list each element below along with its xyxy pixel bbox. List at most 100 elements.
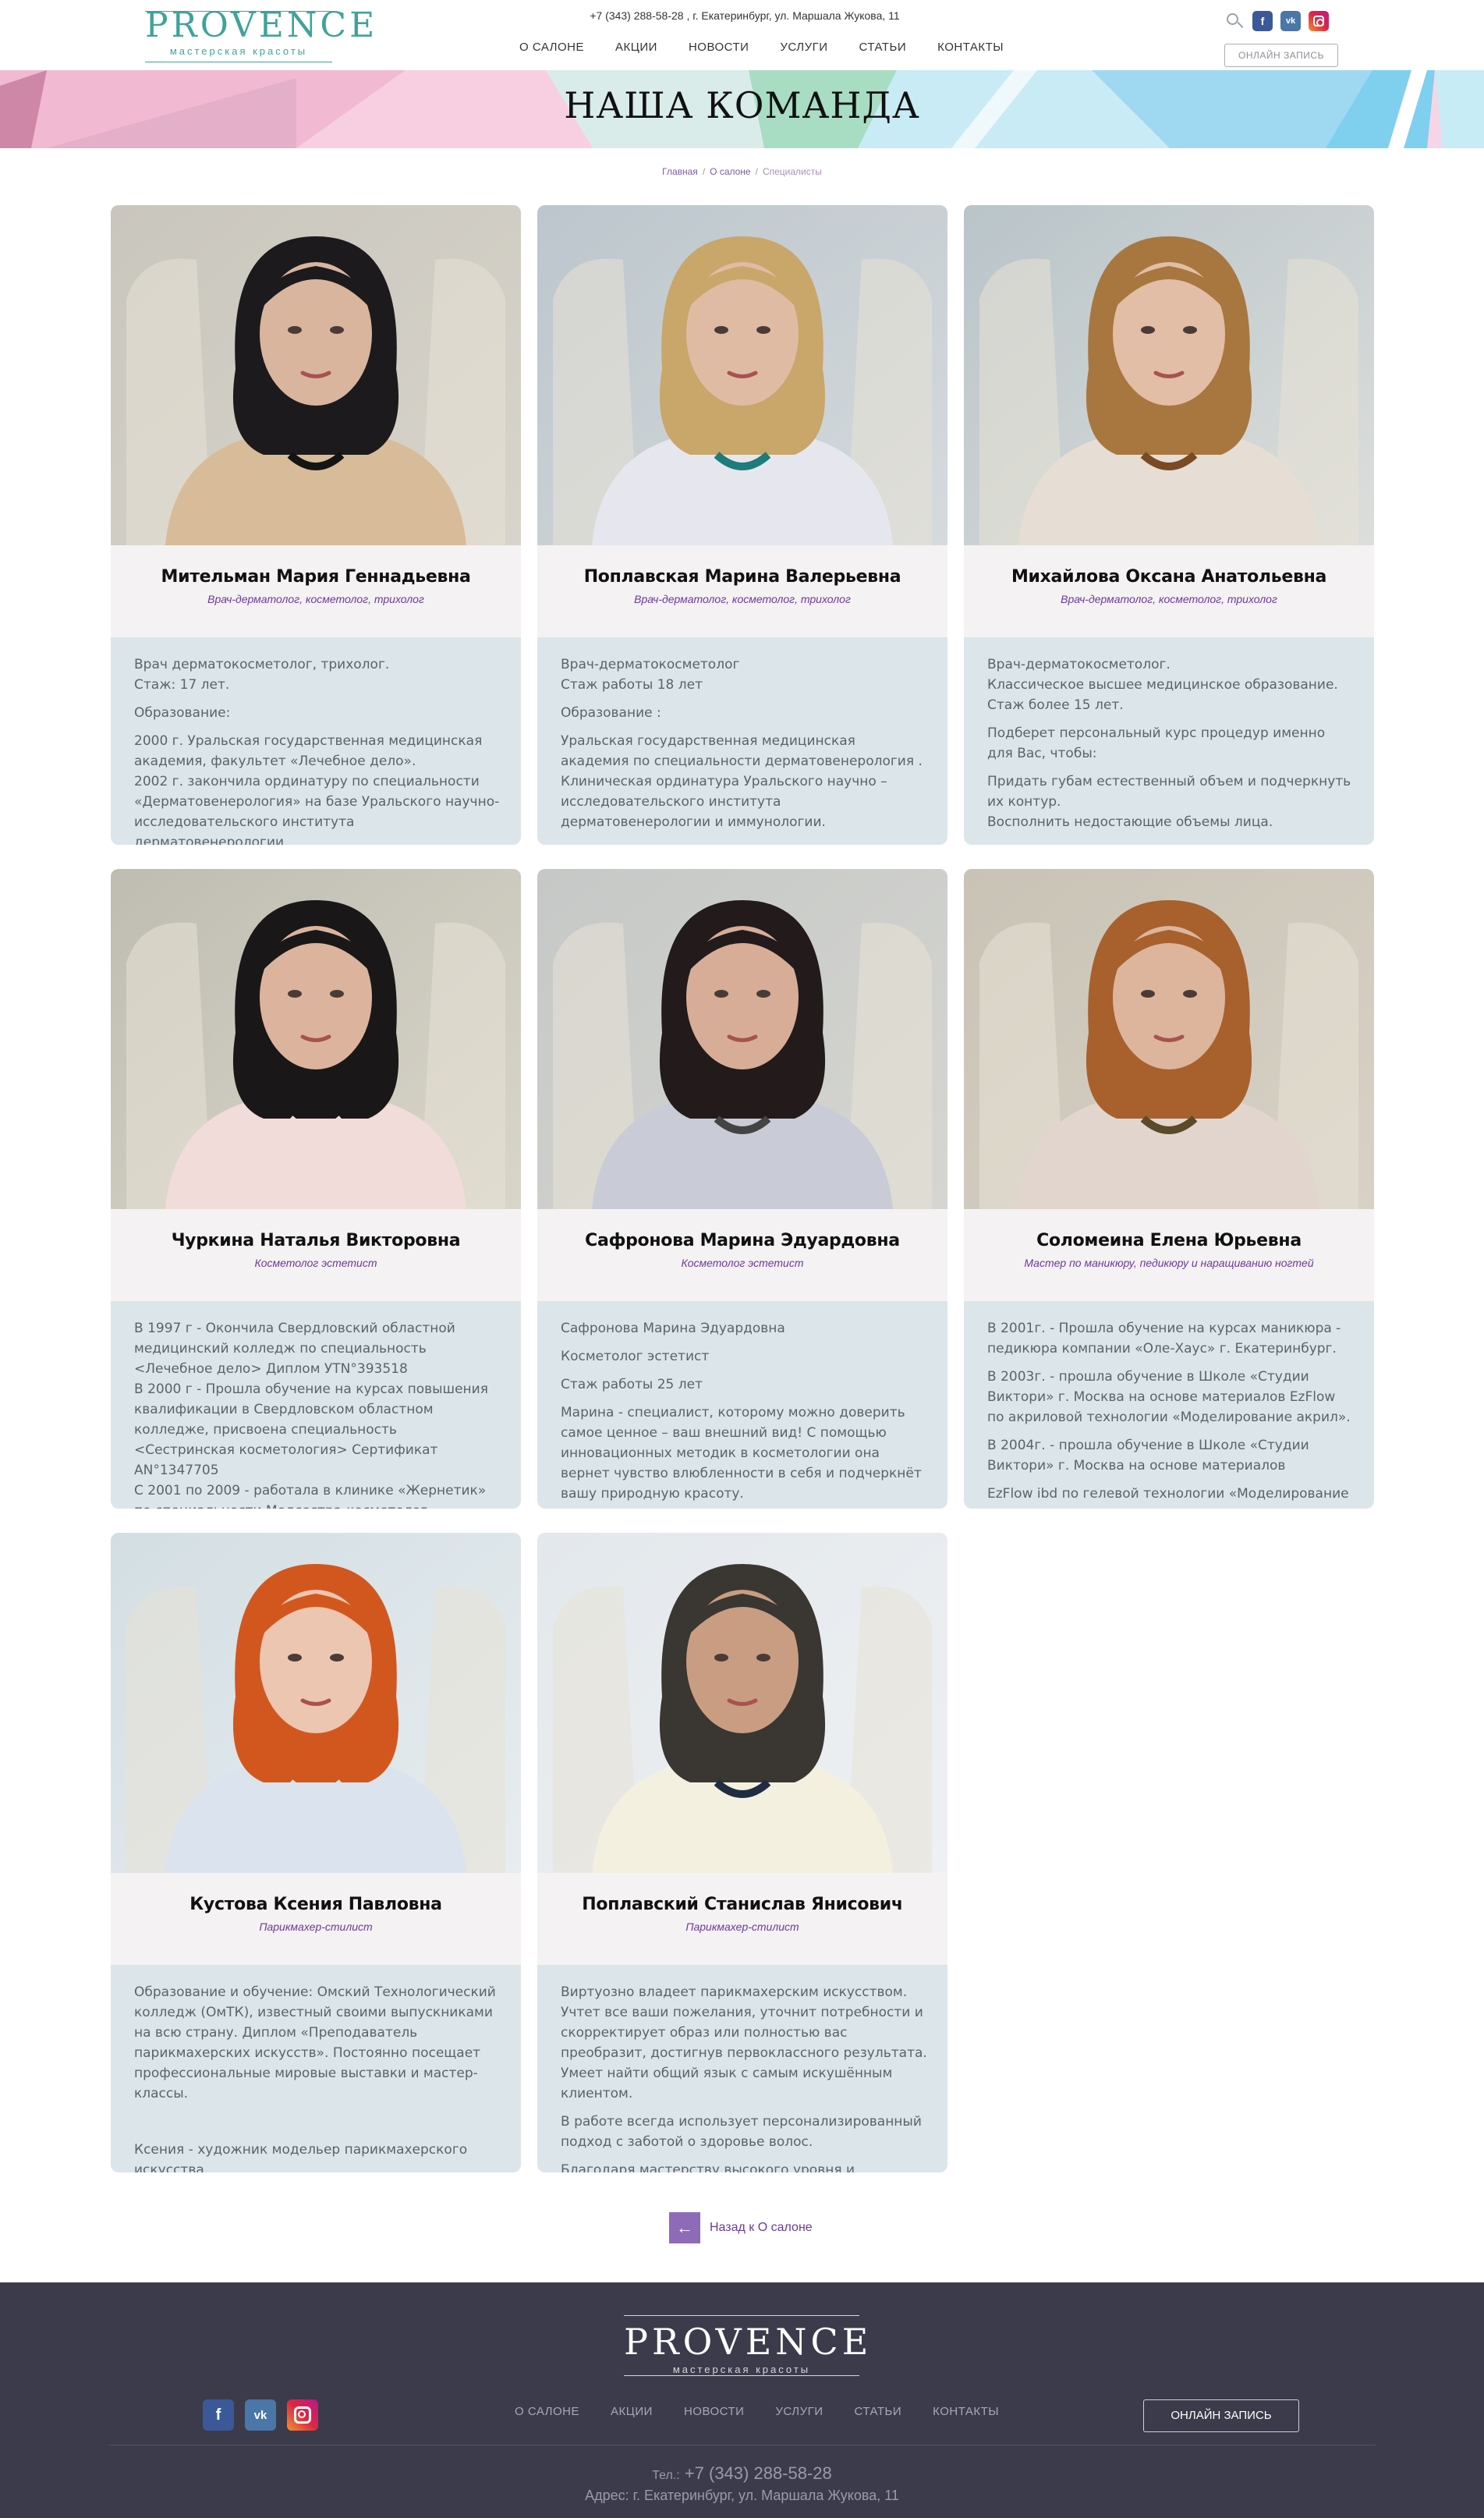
- footer-online-booking-button[interactable]: ОНЛАЙН ЗАПИСЬ: [1143, 2399, 1299, 2432]
- nav-articles[interactable]: СТАТЬИ: [844, 41, 923, 54]
- footer-social: f vk: [203, 2399, 318, 2431]
- team-member-name[interactable]: Поплавская Марина Валерьевна: [537, 567, 947, 587]
- team-photo: [537, 869, 947, 1209]
- bio-paragraph: Образование и обучение: Омский Технологи…: [134, 1984, 496, 2101]
- bio-paragraph: Врач-дерматокосметолог Стаж работы 18 лет: [561, 657, 740, 693]
- bio-list-item: С 2001 по 2009 - работала в клинике «Жер…: [134, 1481, 501, 1509]
- nav-news[interactable]: НОВОСТИ: [673, 41, 764, 54]
- bio-list-item: Придать губам естественный объем и подче…: [987, 771, 1354, 812]
- team-photo: [537, 1533, 947, 1873]
- team-member-name[interactable]: Михайлова Оксана Анатольевна: [964, 567, 1374, 587]
- instagram-icon[interactable]: [1309, 11, 1329, 31]
- team-photo: [537, 205, 947, 545]
- footer-nav-about[interactable]: О САЛОНЕ: [499, 2405, 595, 2418]
- footer-nav: О САЛОНЕ АКЦИИ НОВОСТИ УСЛУГИ СТАТЬИ КОН…: [499, 2405, 1015, 2418]
- footer-logo-text: PROVENCE: [624, 2321, 873, 2363]
- team-card[interactable]: Поплавский Станислав Янисович Парикмахер-…: [537, 1533, 947, 2172]
- team-member-name[interactable]: Соломеина Елена Юрьевна: [964, 1231, 1374, 1250]
- team-name-band: Михайлова Оксана Анатольевна Врач-дермато…: [964, 545, 1374, 637]
- nav-promotions[interactable]: АКЦИИ: [600, 41, 673, 54]
- team-member-name[interactable]: Чуркина Наталья Викторовна: [111, 1231, 521, 1250]
- team-card[interactable]: Мительман Мария Геннадьевна Врач-дерматол…: [111, 205, 521, 845]
- team-photo: [111, 205, 521, 545]
- arrow-left-icon[interactable]: ←: [669, 2212, 700, 2243]
- footer-nav-articles[interactable]: СТАТЬИ: [839, 2405, 918, 2418]
- footer-phone-number[interactable]: +7 (343) 288-58-28: [685, 2463, 832, 2483]
- breadcrumb-about[interactable]: О салоне: [710, 166, 750, 177]
- team-card[interactable]: Соломеина Елена Юрьевна Мастер по маникюр…: [964, 869, 1374, 1509]
- bio-paragraph: Подберет персональный курс процедур имен…: [987, 725, 1326, 761]
- bio-paragraph: Косметолог эстетист: [561, 1349, 710, 1364]
- online-booking-button[interactable]: ОНЛАЙН ЗАПИСЬ: [1224, 44, 1338, 67]
- footer-phone: Тел.: +7 (343) 288-58-28: [0, 2463, 1484, 2484]
- team-member-bio: Виртуозно владеет парикмахерским искусст…: [561, 1982, 927, 2172]
- bio-list: В 1997 г - Окончила Свердловский областн…: [134, 1318, 501, 1509]
- nav-contacts[interactable]: КОНТАКТЫ: [922, 41, 1019, 54]
- bio-paragraph: Стаж работы 25 лет: [561, 1377, 703, 1392]
- team-name-band: Кустова Ксения Павловна Парикмахер-стилис…: [111, 1873, 521, 1965]
- team-name-band: Сафронова Марина Эдуардовна Косметолог эс…: [537, 1209, 947, 1301]
- team-card[interactable]: Кустова Ксения Павловна Парикмахер-стилис…: [111, 1533, 521, 2172]
- footer-nav-services[interactable]: УСЛУГИ: [760, 2405, 838, 2418]
- back-link-label[interactable]: Назад к О салоне: [710, 2221, 813, 2235]
- nav-about[interactable]: О САЛОНЕ: [504, 41, 600, 54]
- logo-text: PROVENCE: [145, 5, 378, 45]
- team-member-role: Врач-дерматолог, косметолог, трихолог: [634, 593, 851, 605]
- team-name-band: Поплавская Марина Валерьевна Врач-дермато…: [537, 545, 947, 637]
- team-photo: [964, 205, 1374, 545]
- team-card[interactable]: Михайлова Оксана Анатольевна Врач-дермато…: [964, 205, 1374, 845]
- team-member-bio: Врач дерматокосметолог, трихолог. Стаж: 1…: [134, 654, 501, 845]
- team-card[interactable]: Поплавская Марина Валерьевна Врач-дермато…: [537, 205, 947, 845]
- site-header: PROVENCE мастерская красоты +7 (343) 288…: [0, 0, 1484, 70]
- bio-paragraph: Виртуозно владеет парикмахерским искусст…: [561, 1984, 927, 2101]
- team-name-band: Чуркина Наталья Викторовна Косметолог эст…: [111, 1209, 521, 1301]
- team-member-name[interactable]: Кустова Ксения Павловна: [111, 1895, 521, 1914]
- bio-list-item: 2002 г. закончила ординатуру по специаль…: [134, 771, 501, 845]
- team-member-role: Врач-дерматолог, косметолог, трихолог: [1061, 593, 1277, 605]
- bio-list-item: Клиническая ординатура Уральского научно…: [561, 771, 927, 832]
- search-icon[interactable]: [1224, 11, 1245, 31]
- team-member-name[interactable]: Мительман Мария Геннадьевна: [111, 567, 521, 587]
- team-member-bio: Врач-дерматокосметолог. Классическое высш…: [987, 654, 1354, 845]
- bio-list-item: Восполнить недостающие объемы лица.: [987, 812, 1354, 832]
- logo[interactable]: PROVENCE мастерская красоты: [145, 5, 378, 64]
- header-contact: +7 (343) 288-58-28 , г. Екатеринбург, ул…: [590, 9, 900, 22]
- team-member-bio: Сафронова Марина Эдуардовна Косметолог эс…: [561, 1318, 927, 1509]
- footer-nav-promotions[interactable]: АКЦИИ: [595, 2405, 668, 2418]
- main-nav: О САЛОНЕ АКЦИИ НОВОСТИ УСЛУГИ СТАТЬИ КОН…: [504, 41, 1019, 54]
- bio-paragraph: В работе всегда использует персонализиро…: [561, 2114, 922, 2150]
- bio-paragraph: Образование:: [134, 705, 231, 721]
- team-card[interactable]: Сафронова Марина Эдуардовна Косметолог эс…: [537, 869, 947, 1509]
- bio-list-item: В 2000 г - Прошла обучение на курсах пов…: [134, 1379, 501, 1481]
- footer-nav-news[interactable]: НОВОСТИ: [668, 2405, 760, 2418]
- team-photo: [964, 869, 1374, 1209]
- instagram-icon[interactable]: [287, 2399, 318, 2431]
- team-card[interactable]: Чуркина Наталья Викторовна Косметолог эст…: [111, 869, 521, 1509]
- team-member-role: Косметолог эстетист: [254, 1257, 377, 1269]
- bio-paragraph: В 2003г. - прошла обучение в Школе «Студ…: [987, 1369, 1351, 1425]
- team-member-bio: В 2001г. - Прошла обучение на курсах ман…: [987, 1318, 1354, 1509]
- bio-paragraph: Врач-дерматокосметолог. Классическое высш…: [987, 657, 1338, 713]
- bio-list-item: В 1997 г - Окончила Свердловский областн…: [134, 1318, 501, 1379]
- team-member-bio: Образование и обучение: Омский Технологи…: [134, 1982, 501, 2172]
- vk-icon[interactable]: vk: [245, 2399, 276, 2431]
- bio-list: Уральская государственная медицинская ак…: [561, 731, 927, 832]
- footer-logo-subtitle: мастерская красоты: [672, 2364, 811, 2375]
- team-member-name[interactable]: Сафронова Марина Эдуардовна: [537, 1231, 947, 1250]
- breadcrumb-home[interactable]: Главная: [662, 166, 698, 177]
- bio-list-item: 2000 г. Уральская государственная медици…: [134, 731, 501, 771]
- facebook-icon[interactable]: f: [203, 2399, 234, 2431]
- nav-services[interactable]: УСЛУГИ: [764, 41, 843, 54]
- back-link[interactable]: ← Назад к О салоне: [669, 2212, 813, 2243]
- vk-icon[interactable]: vk: [1280, 11, 1301, 31]
- bio-paragraph: Врач дерматокосметолог, трихолог. Стаж: 1…: [134, 657, 390, 693]
- page-banner: НАША КОМАНДА: [0, 70, 1484, 148]
- bio-paragraph: Сафронова Марина Эдуардовна: [561, 1321, 785, 1336]
- team-member-name[interactable]: Поплавский Станислав Янисович: [537, 1895, 947, 1914]
- footer-logo[interactable]: PROVENCE мастерская красоты: [624, 2312, 873, 2379]
- breadcrumb: Главная / О салоне / Специалисты: [662, 166, 822, 177]
- facebook-icon[interactable]: f: [1252, 11, 1273, 31]
- bio-paragraph: Марина - специалист, которому можно дове…: [561, 1405, 922, 1502]
- footer-nav-contacts[interactable]: КОНТАКТЫ: [917, 2405, 1015, 2418]
- team-photo: [111, 869, 521, 1209]
